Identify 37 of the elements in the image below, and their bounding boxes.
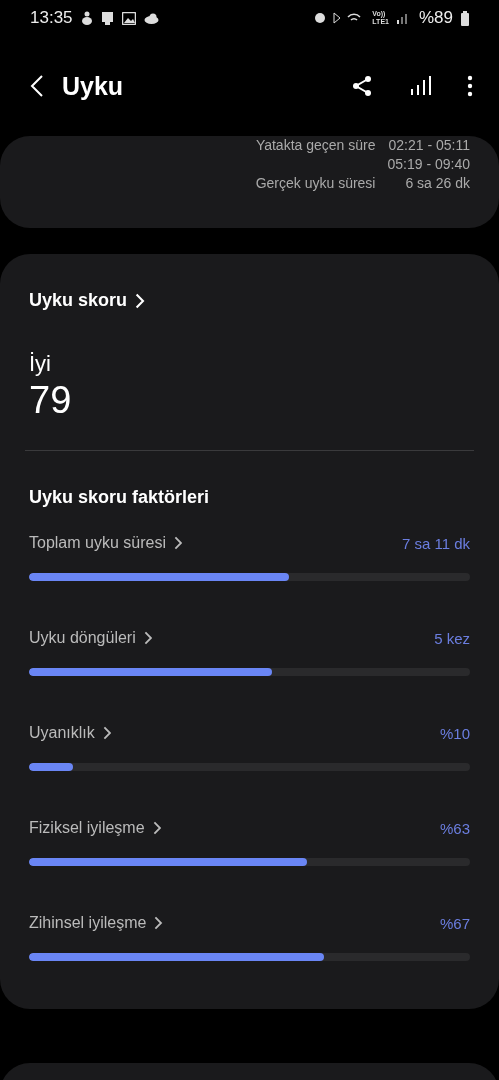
chevron-icon <box>173 536 183 550</box>
figure-icon <box>80 11 93 25</box>
chevron-icon <box>152 821 161 835</box>
summary-label: Gerçek uyku süresi <box>255 174 376 193</box>
battery-icon <box>461 10 469 26</box>
factor-link[interactable]: Fiziksel iyileşme <box>29 819 161 837</box>
factor-reading: %63 <box>439 819 470 837</box>
factor-reading: 5 kez <box>434 629 470 647</box>
image-icon <box>121 11 136 25</box>
factor-reading: %67 <box>439 914 470 932</box>
score-rating: İyi <box>29 351 52 377</box>
battery-percent: %89 <box>418 8 453 28</box>
summary-value: 05:19 - 09:40 <box>387 155 470 174</box>
score-link[interactable]: Uyku skoru <box>29 290 145 311</box>
more-icon <box>467 75 473 97</box>
factor-reading: 7 sa 11 dk <box>401 534 470 552</box>
factor-link[interactable]: Uyku döngüleri <box>29 629 153 647</box>
chevron-icon <box>154 916 163 930</box>
chevron-icon <box>102 726 112 740</box>
factor-reading: %10 <box>439 724 470 742</box>
bar-chart-icon <box>409 75 431 97</box>
summary-label: Yatakta geçen süre <box>255 136 376 155</box>
clock: 13:35 <box>30 8 73 28</box>
summary-value: 02:21 - 05:11 <box>388 136 470 155</box>
back-icon <box>30 74 44 98</box>
factor-link[interactable]: Zihinsel iyileşme <box>29 914 163 932</box>
page-title: Uyku <box>62 71 125 101</box>
factor-link[interactable]: Toplam uyku süresi <box>29 534 183 552</box>
chevron-icon <box>143 631 153 645</box>
score-value: 79 <box>29 379 73 422</box>
share-icon <box>351 75 373 97</box>
cloud-icon <box>143 12 159 24</box>
phone-icon <box>100 11 114 25</box>
chevron-icon <box>135 292 145 309</box>
factor-link[interactable]: Uyanıklık <box>29 724 112 742</box>
summary-value: 6 sa 26 dk <box>405 174 470 193</box>
section-title: Uyku skoru faktörleri <box>29 487 211 508</box>
